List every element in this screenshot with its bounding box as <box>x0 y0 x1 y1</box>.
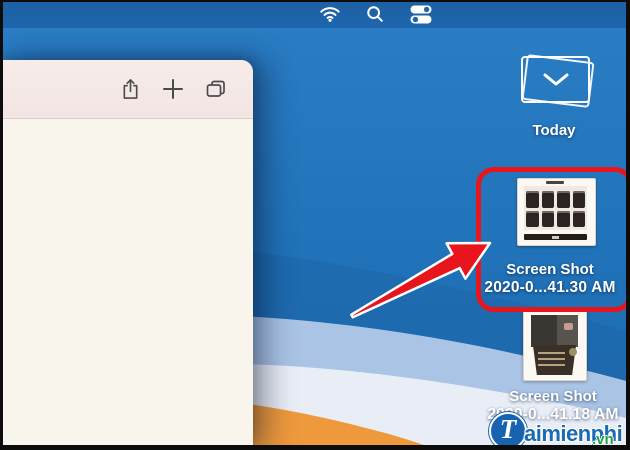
window-toolbar <box>0 60 253 119</box>
share-button[interactable] <box>115 74 145 104</box>
screenshot-file-1[interactable] <box>517 178 596 246</box>
tab-overview-button[interactable] <box>201 74 231 104</box>
screenshot-file-2-label[interactable]: Screen Shot 2020-0...41.18 AM <box>463 388 630 424</box>
file-name-line1: Screen Shot <box>509 388 597 405</box>
spotlight-search-icon[interactable] <box>362 0 388 28</box>
desktop-screenshot: Today Screen Shot 2020-0...41.30 AM Scre… <box>0 0 630 450</box>
chevron-down-icon <box>543 73 568 86</box>
plus-icon <box>163 79 183 99</box>
file-name-line2: 2020-0...41.30 AM <box>484 279 616 296</box>
file-name-line2: 2020-0...41.18 AM <box>487 406 619 423</box>
tab-overview-icon <box>206 80 225 97</box>
share-icon <box>123 79 137 99</box>
file-name-line1: Screen Shot <box>506 261 594 278</box>
screenshot-file-2[interactable] <box>523 309 587 381</box>
file-thumbnail <box>531 315 578 347</box>
screenshot-file-1-label[interactable]: Screen Shot 2020-0...41.30 AM <box>460 261 630 297</box>
control-center-icon[interactable] <box>408 0 434 28</box>
wifi-icon[interactable] <box>317 0 343 28</box>
menu-bar <box>0 0 630 28</box>
today-stack[interactable] <box>521 56 590 103</box>
file-thumbnail <box>524 186 587 230</box>
window-content <box>0 119 253 450</box>
app-window <box>0 60 253 450</box>
today-stack-label: Today <box>532 122 576 139</box>
new-tab-button[interactable] <box>158 74 188 104</box>
